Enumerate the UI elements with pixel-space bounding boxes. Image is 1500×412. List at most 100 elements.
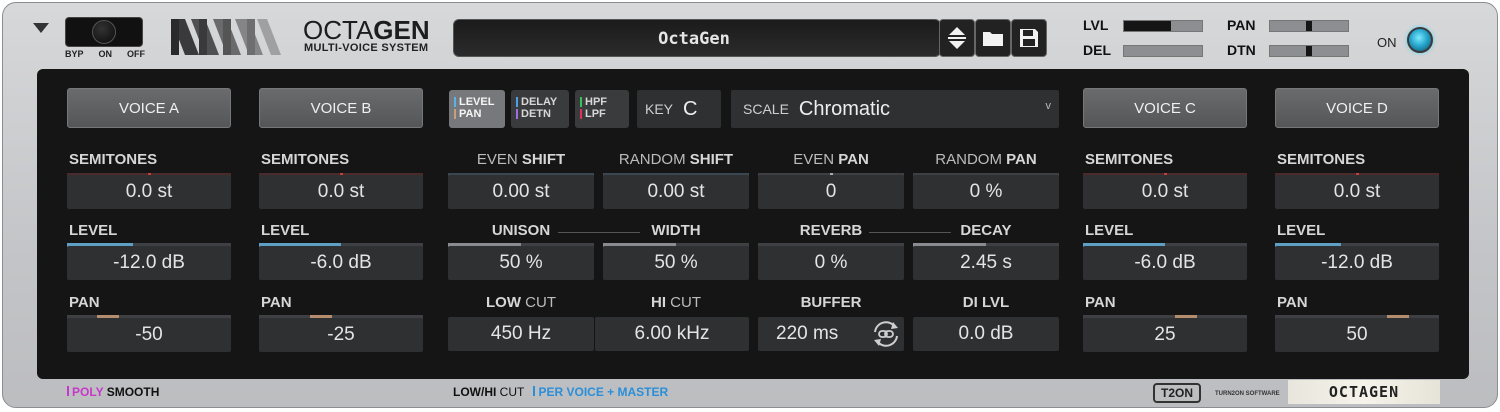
tab-level-pan[interactable]: LEVEL PAN <box>449 90 505 128</box>
pan-meter-mark <box>1306 21 1312 31</box>
preset-display[interactable]: OctaGen <box>453 19 941 57</box>
di-lvl-label: DI LVL <box>962 294 1010 311</box>
up-down-arrows-icon <box>948 27 966 49</box>
lvl-meter-label: LVL <box>1083 17 1109 33</box>
off-label: OFF <box>126 49 145 59</box>
link-icon[interactable] <box>869 318 903 350</box>
reverb-value[interactable]: 0 % <box>758 246 904 280</box>
voice-a-level-value[interactable]: -12.0 dB <box>67 246 231 280</box>
hi-cut-label-light: CUT <box>670 294 701 311</box>
voice-c-level-label: LEVEL <box>1085 222 1134 239</box>
key-label: KEY <box>645 101 674 117</box>
hi-cut-label: HI CUT <box>603 294 749 311</box>
voice-c-semitones-label: SEMITONES <box>1085 151 1174 168</box>
even-pan-label: EVEN PAN <box>758 151 904 168</box>
even-pan-value[interactable]: 0 <box>758 175 904 209</box>
width-value[interactable]: 50 % <box>603 246 749 280</box>
voice-a-level-label: LEVEL <box>69 222 118 239</box>
voice-d-semitones-value[interactable]: 0.0 st <box>1275 175 1439 209</box>
voice-d-button[interactable]: VOICE D <box>1275 88 1439 128</box>
octagen-logo-icon <box>171 19 281 55</box>
voice-a-semitones-value[interactable]: 0.0 st <box>67 175 231 209</box>
voice-c-pan-label: PAN <box>1085 294 1116 311</box>
power-label: ON <box>1377 35 1397 50</box>
voice-c-level-value[interactable]: -6.0 dB <box>1083 246 1247 280</box>
decay-value[interactable]: 2.45 s <box>913 246 1059 280</box>
power-icon[interactable] <box>1407 27 1433 53</box>
voice-c-semitones-value[interactable]: 0.0 st <box>1083 175 1247 209</box>
random-pan-label-bold: PAN <box>1006 151 1037 168</box>
lvl-meter <box>1123 20 1203 32</box>
even-shift-label: EVEN SHIFT <box>448 151 594 168</box>
folder-icon <box>983 32 1003 46</box>
menu-arrow-icon[interactable] <box>33 23 49 33</box>
per-voice-label: PER VOICE + MASTER <box>538 385 669 399</box>
voice-b-button[interactable]: VOICE B <box>259 88 423 128</box>
low-cut-label: LOW CUT <box>448 294 594 311</box>
key-selector[interactable]: KEY C <box>637 90 721 128</box>
lowhi-bold-label: LOW/HI <box>453 385 497 399</box>
voice-d-pan-value[interactable]: 50 <box>1275 318 1439 352</box>
even-shift-value[interactable]: 0.00 st <box>448 175 594 209</box>
open-preset-button[interactable] <box>975 19 1011 57</box>
smooth-label: SMOOTH <box>106 385 160 399</box>
low-cut-label-bold: LOW <box>486 294 521 311</box>
low-cut-value[interactable]: 450 Hz <box>448 317 594 351</box>
buffer-value: 220 ms <box>776 323 839 344</box>
voice-b-pan-value[interactable]: -25 <box>259 318 423 352</box>
save-preset-button[interactable] <box>1011 19 1047 57</box>
even-pan-label-bold: PAN <box>838 151 869 168</box>
del-meter-label: DEL <box>1083 42 1111 58</box>
logo-title-light: OCTA <box>303 15 374 45</box>
voice-d-semitones-label: SEMITONES <box>1277 151 1366 168</box>
di-lvl-value[interactable]: 0.0 dB <box>913 317 1059 351</box>
unison-value[interactable]: 50 % <box>448 246 594 280</box>
random-shift-label: RANDOM SHIFT <box>603 151 749 168</box>
random-pan-label: RANDOM PAN <box>913 151 1059 168</box>
voice-b-semitones-value[interactable]: 0.0 st <box>259 175 423 209</box>
random-shift-label-bold: SHIFT <box>689 151 734 168</box>
voice-a-semitones-label: SEMITONES <box>69 151 158 168</box>
octagen-signature: OCTAGEN <box>1288 380 1440 404</box>
logo-title-bold: GEN <box>373 15 430 45</box>
preset-name: OctaGen <box>658 29 730 49</box>
voice-c-button[interactable]: VOICE C <box>1083 88 1247 128</box>
even-pan-label-light: EVEN <box>793 151 835 168</box>
voice-b-semitones-label: SEMITONES <box>261 151 350 168</box>
footer-lowhi-cut: LOW/HI CUT PER VOICE + MASTER <box>453 385 668 399</box>
tab-delay-label: DELAY <box>521 96 558 108</box>
hi-cut-value[interactable]: 6.00 kHz <box>595 317 749 351</box>
preset-prev-next-button[interactable] <box>939 19 975 57</box>
tab-level-label: LEVEL <box>459 96 495 108</box>
width-label: WIDTH <box>651 222 701 239</box>
bypass-switch[interactable] <box>65 17 143 47</box>
dtn-meter-mark <box>1306 46 1312 56</box>
buffer-label: BUFFER <box>800 294 862 311</box>
chevron-down-icon: v <box>1045 100 1052 112</box>
random-pan-value[interactable]: 0 % <box>913 175 1059 209</box>
key-value: C <box>683 97 698 120</box>
even-shift-label-light: EVEN <box>476 151 518 168</box>
dtn-meter <box>1269 45 1349 57</box>
tab-pan-label: PAN <box>459 108 482 120</box>
voice-a-button[interactable]: VOICE A <box>67 88 231 128</box>
dtn-meter-label: DTN <box>1227 42 1256 58</box>
voice-b-level-value[interactable]: -6.0 dB <box>259 246 423 280</box>
even-shift-label-bold: SHIFT <box>521 151 566 168</box>
hi-cut-label-bold: HI <box>651 294 666 311</box>
tab-hpf-label: HPF <box>585 96 607 108</box>
poly-label: POLY <box>72 385 104 399</box>
bypass-switch-knob[interactable] <box>92 20 116 44</box>
scale-selector[interactable]: SCALE Chromatic v <box>731 90 1059 128</box>
random-shift-label-light: RANDOM <box>618 151 686 168</box>
lowhi-cut-label: CUT <box>499 385 525 399</box>
tab-delay-detn[interactable]: DELAY DETN <box>511 90 569 128</box>
byp-label: BYP <box>65 49 84 59</box>
random-shift-value[interactable]: 0.00 st <box>603 175 749 209</box>
voice-a-pan-value[interactable]: -50 <box>67 318 231 352</box>
turn2on-software-label: TURN2ON SOFTWARE <box>1215 391 1280 397</box>
tab-hpf-lpf[interactable]: HPF LPF <box>575 90 629 128</box>
voice-b-level-label: LEVEL <box>261 222 310 239</box>
voice-c-pan-value[interactable]: 25 <box>1083 318 1247 352</box>
voice-d-level-value[interactable]: -12.0 dB <box>1275 246 1439 280</box>
